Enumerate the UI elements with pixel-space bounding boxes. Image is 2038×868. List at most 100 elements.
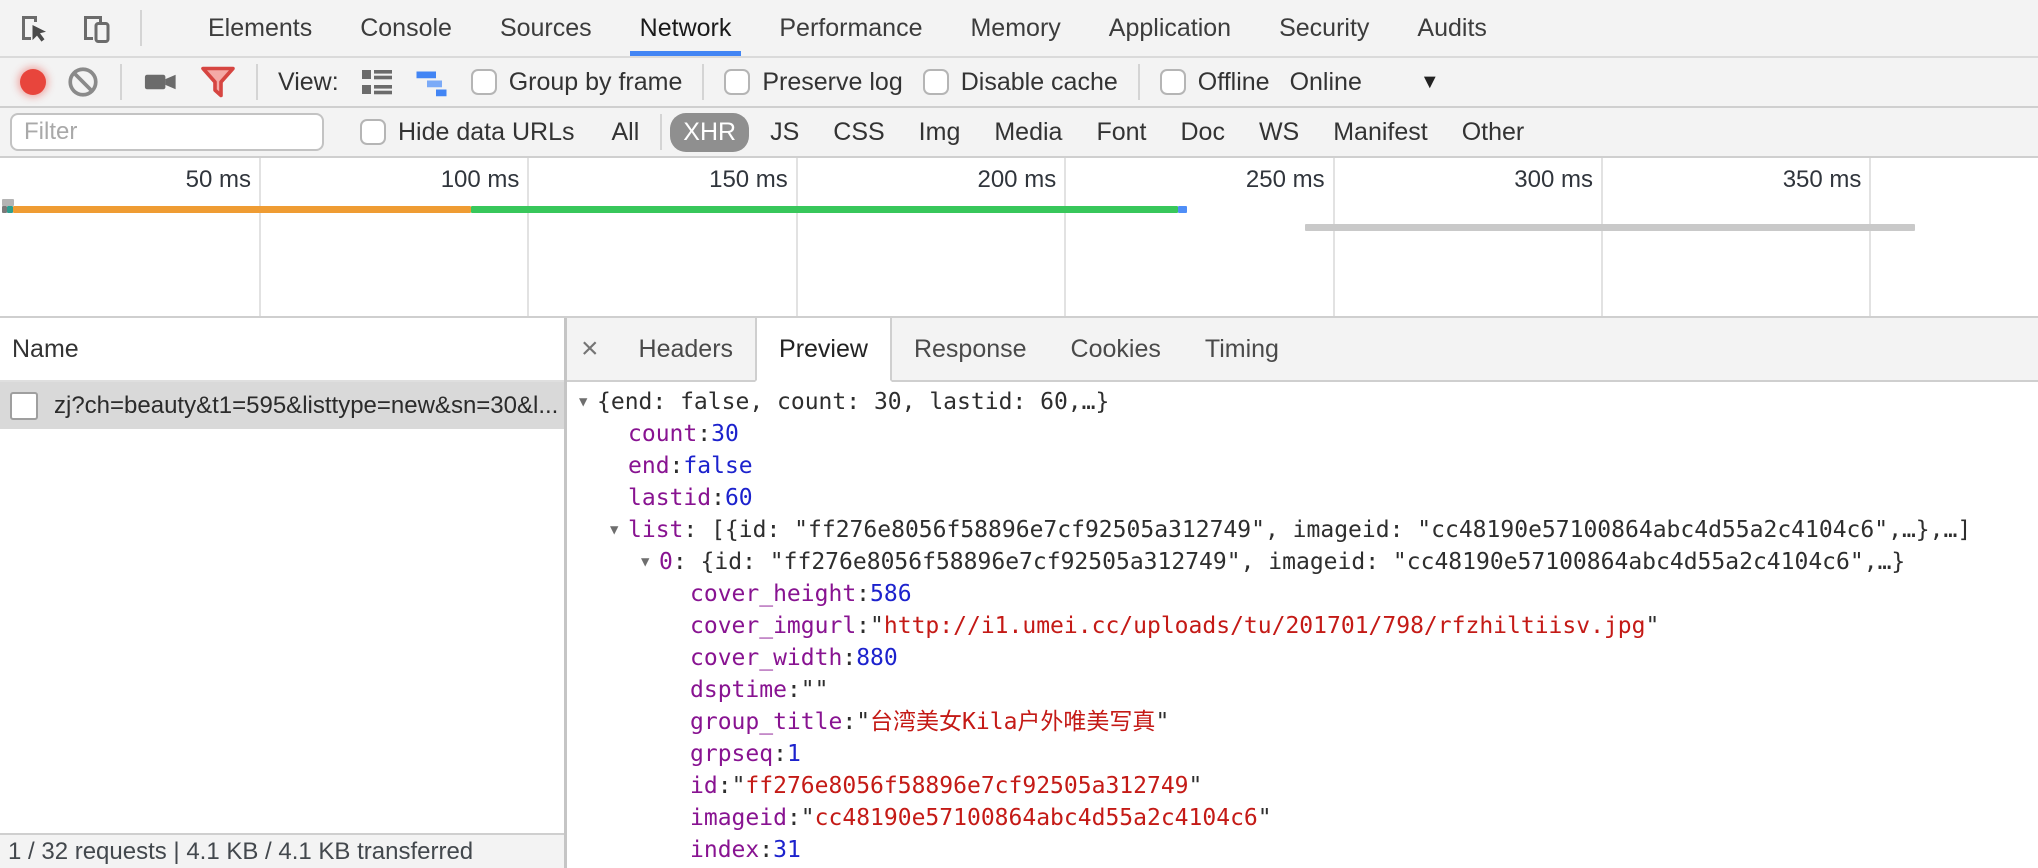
filter-type-img[interactable]: Img (906, 113, 974, 152)
filter-input[interactable] (10, 113, 324, 151)
filter-type-xhr[interactable]: XHR (670, 113, 749, 152)
request-count-summary: 1 / 32 requests | 4.1 KB / 4.1 KB transf… (8, 838, 473, 866)
screenshot-camera-icon[interactable] (142, 65, 180, 99)
timeline-gridline (1064, 158, 1066, 316)
preserve-log-toggle[interactable]: Preserve log (724, 68, 902, 97)
json-text: : (842, 642, 856, 674)
filter-type-all[interactable]: All (598, 113, 652, 152)
filter-type-ws[interactable]: WS (1246, 113, 1312, 152)
json-text: " (1189, 770, 1203, 802)
detail-tab-timing[interactable]: Timing (1183, 318, 1301, 380)
expand-arrow-icon[interactable]: ▼ (610, 514, 628, 546)
json-number: 31 (773, 834, 801, 866)
json-tree-line[interactable]: lastid: 60 (579, 482, 2038, 514)
json-tree-line[interactable]: cover_imgurl: "http://i1.umei.cc/uploads… (579, 610, 2038, 642)
json-key: cover_height (690, 578, 856, 610)
overview-waterfall-icon[interactable] (415, 66, 451, 98)
filter-type-font[interactable]: Font (1083, 113, 1159, 152)
json-number: 30 (711, 418, 739, 450)
json-key: count (628, 418, 697, 450)
json-tree-line[interactable]: id: "ff276e8056f58896e7cf92505a312749" (579, 770, 2038, 802)
tab-memory[interactable]: Memory (946, 0, 1084, 56)
json-tree-line[interactable]: end: false (579, 450, 2038, 482)
chevron-down-icon: ▼ (1420, 71, 1440, 94)
json-tree-line[interactable]: cover_width: 880 (579, 642, 2038, 674)
network-overview-timeline[interactable]: 50 ms100 ms150 ms200 ms250 ms300 ms350 m… (0, 158, 2038, 318)
name-column-header[interactable]: Name (0, 318, 564, 382)
detail-tab-preview[interactable]: Preview (755, 318, 892, 382)
hide-data-urls-label: Hide data URLs (398, 118, 574, 147)
json-tree-line[interactable]: count: 30 (579, 418, 2038, 450)
json-text: : (697, 418, 711, 450)
expand-arrow-icon[interactable]: ▼ (641, 546, 659, 578)
filter-type-css[interactable]: CSS (820, 113, 897, 152)
filter-type-doc[interactable]: Doc (1167, 113, 1237, 152)
json-string: ff276e8056f58896e7cf92505a312749 (745, 770, 1188, 802)
tab-audits[interactable]: Audits (1393, 0, 1510, 56)
toolbar-divider (1138, 64, 1140, 100)
request-row-checkbox[interactable] (10, 392, 38, 420)
detail-tab-headers[interactable]: Headers (617, 318, 756, 380)
tab-label: Performance (779, 14, 922, 43)
json-key: imageid (690, 802, 787, 834)
tab-label: Sources (500, 14, 592, 43)
status-bar: 1 / 32 requests | 4.1 KB / 4.1 KB transf… (0, 833, 564, 868)
table-row[interactable]: zj?ch=beauty&t1=595&listtype=new&sn=30&l… (0, 382, 564, 429)
network-main-area: Name zj?ch=beauty&t1=595&listtype=new&sn… (0, 318, 2038, 868)
clear-icon[interactable] (66, 65, 100, 99)
toolbar-divider (140, 10, 142, 46)
hide-data-urls-checkbox[interactable] (360, 119, 386, 145)
json-tree-line[interactable]: cover_height: 586 (579, 578, 2038, 610)
tab-security[interactable]: Security (1255, 0, 1393, 56)
json-number: 880 (856, 642, 898, 674)
disable-cache-checkbox[interactable] (923, 69, 949, 95)
filter-type-media[interactable]: Media (981, 113, 1075, 152)
tab-console[interactable]: Console (336, 0, 476, 56)
toolbar-divider (256, 64, 258, 100)
tab-sources[interactable]: Sources (476, 0, 616, 56)
json-tree-line[interactable]: grpseq: 1 (579, 738, 2038, 770)
group-by-frame-checkbox[interactable] (471, 69, 497, 95)
json-tree-line[interactable]: dsptime: "" (579, 674, 2038, 706)
group-by-frame-toggle[interactable]: Group by frame (471, 68, 683, 97)
detail-tab-response[interactable]: Response (892, 318, 1049, 380)
hide-data-urls-toggle[interactable]: Hide data URLs (360, 118, 574, 147)
json-text: : (787, 802, 801, 834)
tab-network[interactable]: Network (616, 0, 756, 56)
tab-label: Console (360, 14, 452, 43)
json-tree-line[interactable]: ▼0: {id: "ff276e8056f58896e7cf92505a3127… (579, 546, 2038, 578)
json-key: grpseq (690, 738, 773, 770)
json-number: 60 (725, 482, 753, 514)
json-tree-line[interactable]: ▼{end: false, count: 30, lastid: 60,…} (579, 386, 2038, 418)
expand-arrow-icon[interactable]: ▼ (579, 386, 597, 418)
tab-elements[interactable]: Elements (184, 0, 336, 56)
record-button[interactable] (20, 69, 46, 95)
filter-type-manifest[interactable]: Manifest (1320, 113, 1440, 152)
main-tabbar: Elements Console Sources Network Performance… (0, 0, 2038, 58)
inspect-element-icon[interactable] (16, 10, 52, 46)
json-text: " (1646, 610, 1660, 642)
filter-funnel-icon[interactable] (200, 65, 236, 99)
tab-application[interactable]: Application (1085, 0, 1255, 56)
overview-request-bar (471, 206, 1178, 213)
filter-type-js[interactable]: JS (757, 113, 812, 152)
preserve-log-label: Preserve log (762, 68, 902, 97)
timeline-gridline (259, 158, 261, 316)
overview-request-bar (1178, 206, 1187, 213)
device-toolbar-icon[interactable] (78, 10, 114, 46)
preserve-log-checkbox[interactable] (724, 69, 750, 95)
detail-tab-cookies[interactable]: Cookies (1049, 318, 1183, 380)
json-tree-line[interactable]: ▼list: [{id: "ff276e8056f58896e7cf92505a… (579, 514, 2038, 546)
json-tree-line[interactable]: index: 31 (579, 834, 2038, 866)
timeline-tick-label: 300 ms (1433, 166, 1593, 196)
offline-toggle[interactable]: Offline (1160, 68, 1270, 97)
offline-checkbox[interactable] (1160, 69, 1186, 95)
filter-type-other[interactable]: Other (1449, 113, 1538, 152)
tab-performance[interactable]: Performance (755, 0, 946, 56)
throttling-select[interactable]: Online ▼ (1290, 68, 1440, 97)
list-view-icon[interactable] (359, 66, 395, 98)
disable-cache-toggle[interactable]: Disable cache (923, 68, 1118, 97)
json-tree-line[interactable]: imageid: "cc48190e57100864abc4d55a2c4104… (579, 802, 2038, 834)
json-tree-line[interactable]: group_title: "台湾美女Kila户外唯美写真" (579, 706, 2038, 738)
close-icon[interactable]: × (567, 318, 617, 380)
